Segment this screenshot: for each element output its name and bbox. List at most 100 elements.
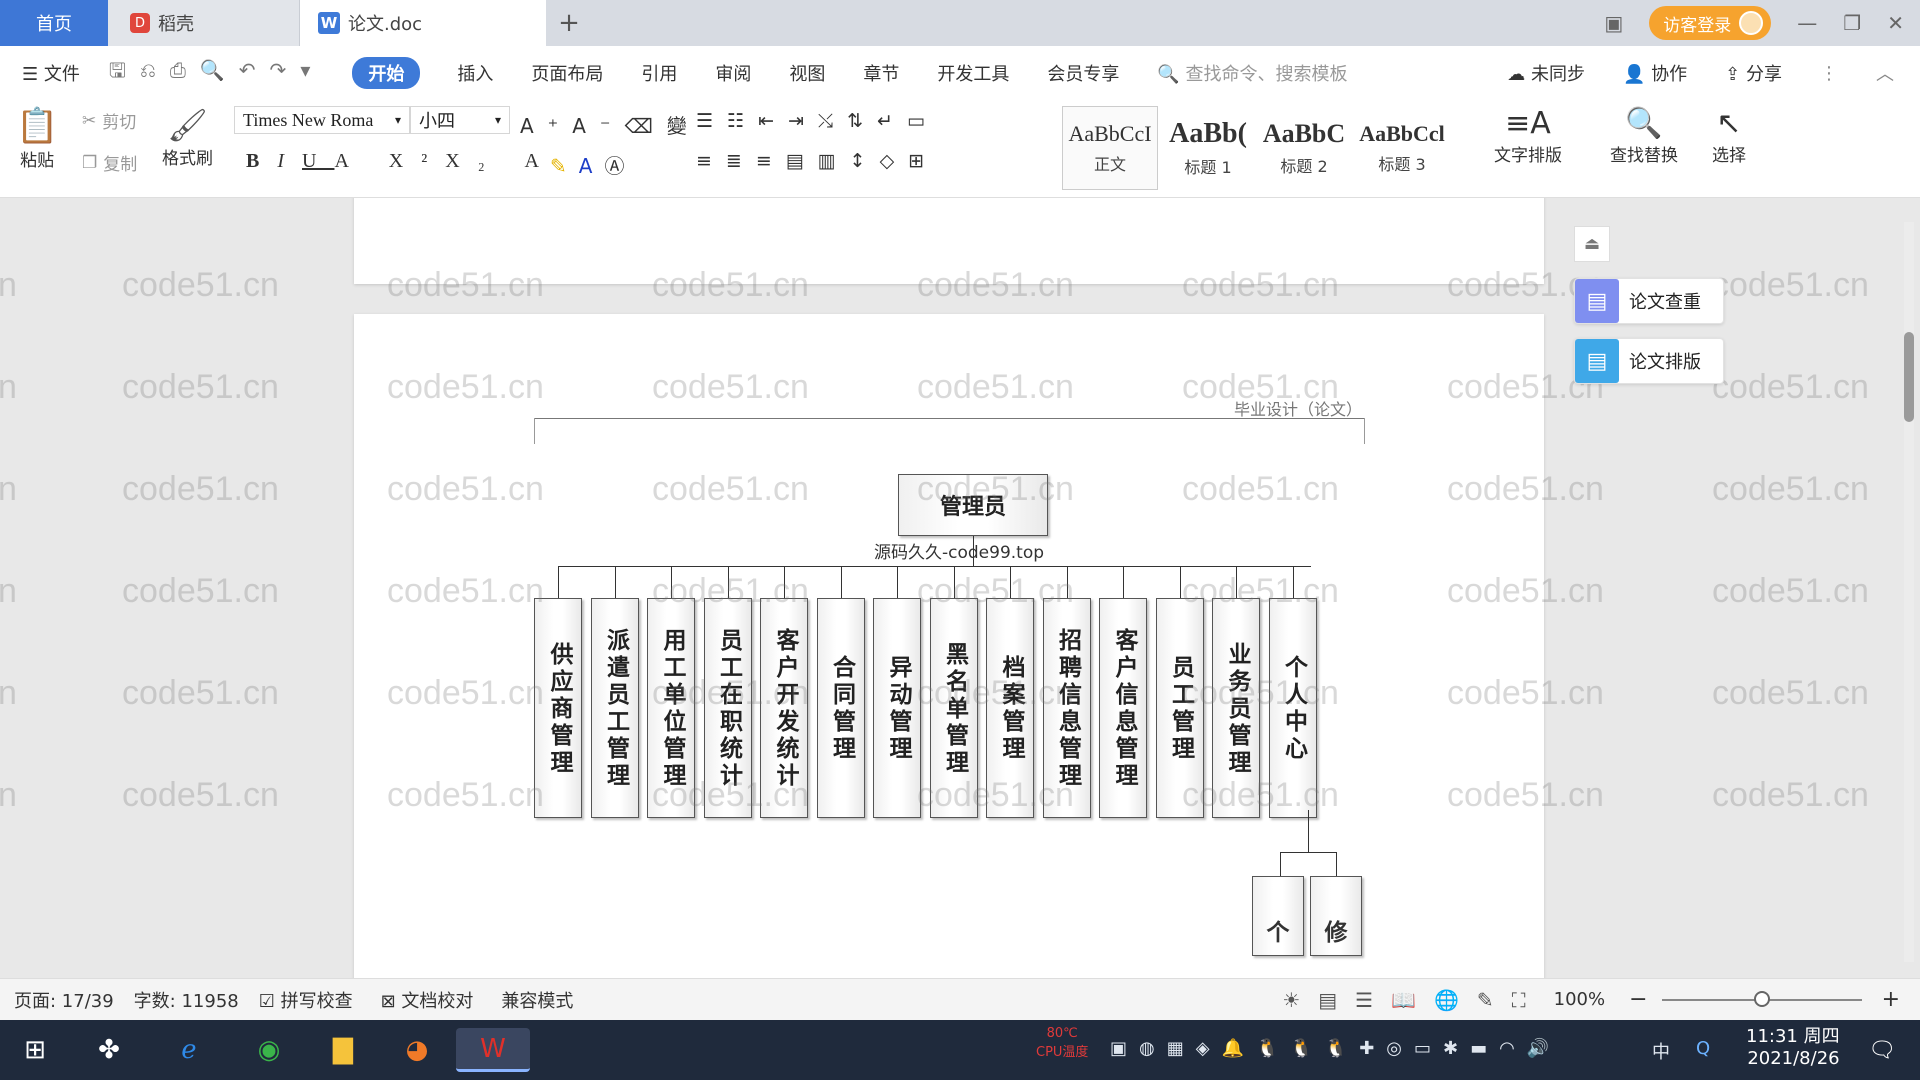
file-menu[interactable]: ☰ 文件 <box>0 60 99 86</box>
tab-home-label: 首页 <box>36 14 72 35</box>
zoom-in-icon[interactable]: + <box>1862 987 1920 1012</box>
watermark-text: code51.cn <box>1712 776 1869 814</box>
style-heading-1[interactable]: AaBb(标题 1 <box>1160 106 1256 190</box>
ie-browser-icon[interactable]: ℯ <box>166 1028 212 1072</box>
watermark-text: code51.cn <box>1182 266 1339 304</box>
watermark-text: code51.cn <box>1712 674 1869 712</box>
paste-button[interactable]: 📋 粘贴 <box>16 106 58 171</box>
cursor-icon: ↖ <box>1716 106 1742 141</box>
tab-document[interactable]: W 论文.doc <box>300 0 546 46</box>
font-family-select[interactable]: Times New Roma ▾ <box>234 106 410 134</box>
style-normal-name: 正文 <box>1093 155 1126 174</box>
share-button[interactable]: ⇪ 分享 <box>1706 60 1801 86</box>
word-count[interactable]: 字数: 11958 <box>114 987 239 1013</box>
restore-button[interactable]: ❐ <box>1843 11 1861 35</box>
notification-icon[interactable]: 🗨 <box>1868 1038 1896 1063</box>
watermark-text: code51.cn <box>1712 470 1869 508</box>
menu-member[interactable]: 会员专享 <box>1028 60 1138 86</box>
watermark-text: code51.cn <box>122 198 279 203</box>
menu-insert[interactable]: 插入 <box>438 60 512 86</box>
zoom-slider[interactable] <box>1661 990 1862 1007</box>
format-painter-button[interactable]: 🖌 格式刷 <box>162 106 213 169</box>
view-mode-icons[interactable]: ☀▤☰📖🌐✎⛶ <box>1282 988 1543 1012</box>
paragraph-align-icons[interactable]: ≡≣≡▤▥↕◇⊞ <box>696 150 938 172</box>
font-size-select[interactable]: 小四 ▾ <box>410 106 510 134</box>
thesis-layout-button[interactable]: ▤ 论文排版 <box>1574 338 1724 384</box>
qq-icon[interactable]: Q <box>1696 1038 1710 1059</box>
menu-references[interactable]: 引用 <box>622 60 696 86</box>
menu-bar: ☰ 文件 🖫⎌⎙🔍↶↷▾ 开始 插入 页面布局 引用 审阅 视图 章节 开发工具… <box>0 46 1920 100</box>
style-heading-3[interactable]: AaBbCcl 标题 3 <box>1354 106 1450 190</box>
clock[interactable]: 11:31 周四 2021/8/26 <box>1746 1026 1840 1070</box>
sync-button[interactable]: ☁ 未同步 <box>1488 60 1604 86</box>
scrollbar-thumb[interactable] <box>1904 332 1914 422</box>
select-label: 选择 <box>1712 146 1746 166</box>
clock-date: 2021/8/26 <box>1747 1048 1840 1069</box>
copy-icon: ❐ <box>82 152 98 173</box>
layout-icon[interactable]: ▣ <box>1604 11 1623 35</box>
user-icon: 👤 <box>1623 64 1646 85</box>
cpu-temp[interactable]: 80℃ CPU温度 <box>1036 1026 1088 1060</box>
windows-start-icon[interactable]: ⊞ <box>12 1028 58 1072</box>
text-format-icons[interactable]: BIUA X²X₂ A <box>246 150 557 173</box>
avatar <box>1739 11 1764 35</box>
media-app-icon[interactable]: ◕ <box>394 1028 440 1072</box>
close-button[interactable]: ✕ <box>1887 11 1904 35</box>
green-browser-icon[interactable]: ◉ <box>246 1028 292 1072</box>
watermark-text: code51.cn <box>0 470 17 508</box>
tab-daoke[interactable]: D 稻壳 <box>108 0 300 46</box>
command-search[interactable]: 🔍 查找命令、搜索模板 <box>1138 60 1366 86</box>
document-workspace[interactable]: 毕业设计（论文） 管理员 源码久久-code99.top 供应商管理 派遣员工管理… <box>0 198 1920 978</box>
watermark-text: code51.cn <box>122 674 279 712</box>
cut-label: 剪切 <box>102 113 137 133</box>
zoom-value[interactable]: 100% <box>1544 989 1615 1010</box>
find-replace-button[interactable]: 🔍 查找替换 <box>1610 106 1678 166</box>
collab-button[interactable]: 👤 协作 <box>1604 60 1706 86</box>
cut-button[interactable]: ✂ 剪切 <box>82 108 137 134</box>
watermark-text: code51.cn <box>0 266 17 304</box>
thesis-check-button[interactable]: ▤ 论文查重 <box>1574 278 1724 324</box>
vertical-scrollbar[interactable] <box>1904 222 1914 962</box>
menu-chapter[interactable]: 章节 <box>844 60 918 86</box>
watermark-text: code51.cn <box>0 572 17 610</box>
zoom-slider-knob[interactable] <box>1753 990 1770 1007</box>
spell-check[interactable]: ☑ 拼写校查 <box>239 987 353 1013</box>
menu-dev-tools[interactable]: 开发工具 <box>918 60 1028 86</box>
copy-button[interactable]: ❐ 复制 <box>82 150 137 176</box>
tab-home[interactable]: 首页 <box>0 0 108 46</box>
style-heading-2[interactable]: AaBbC 标题 2 <box>1256 106 1352 190</box>
watermark-text: code51.cn <box>1182 572 1339 610</box>
watermark-text: code51.cn <box>1712 368 1869 406</box>
watermark-text: code51.cn <box>387 368 544 406</box>
thesis-check-icon: ▤ <box>1575 279 1619 323</box>
file-explorer-icon[interactable]: ▇ <box>320 1028 366 1072</box>
ime-indicator[interactable]: 中 <box>1652 1038 1670 1064</box>
collapse-ribbon-icon[interactable]: ︿ <box>1857 60 1920 86</box>
text-layout-button[interactable]: ≡A 文字排版 <box>1494 106 1562 166</box>
fan-app-icon[interactable]: ✤ <box>86 1028 132 1072</box>
new-tab-button[interactable]: + <box>546 0 592 46</box>
doc-proof[interactable]: ⊠ 文档校对 <box>353 987 474 1013</box>
page-indicator[interactable]: 页面: 17/39 <box>0 987 114 1013</box>
style-heading-3-name: 标题 3 <box>1378 155 1426 174</box>
menu-view[interactable]: 视图 <box>770 60 844 86</box>
list-indent-icons[interactable]: ☰☷⇤⇥⤯⇅↵▭ <box>696 110 939 132</box>
select-button[interactable]: ↖ 选择 <box>1712 106 1746 166</box>
menu-review[interactable]: 审阅 <box>696 60 770 86</box>
more-icon[interactable]: ⋮ <box>1801 63 1857 84</box>
minimize-button[interactable]: — <box>1797 11 1817 35</box>
zoom-out-icon[interactable]: − <box>1615 987 1661 1012</box>
quick-access-icons[interactable]: 🖫⎌⎙🔍↶↷▾ <box>99 56 335 90</box>
scroll-top-icon[interactable]: ⏏ <box>1574 226 1610 262</box>
watermark-text: code51.cn <box>1447 470 1604 508</box>
menu-page-layout[interactable]: 页面布局 <box>512 60 622 86</box>
wps-office-icon[interactable]: W <box>456 1028 530 1072</box>
highlight-color-icons[interactable]: ✎AⒶ <box>550 150 636 179</box>
menu-start[interactable]: 开始 <box>352 57 421 89</box>
font-family-value: Times New Roma <box>243 109 374 130</box>
watermark-text: code51.cn <box>387 470 544 508</box>
font-size-adjust-icons[interactable]: A⁺A⁻⌫變 <box>520 110 701 139</box>
system-tray-icons[interactable]: ▣◍▦◈🔔🐧🐧🐧✚◎▭✱▬◠🔊 <box>1110 1038 1561 1059</box>
login-button[interactable]: 访客登录 <box>1649 6 1772 40</box>
style-normal[interactable]: AaBbCcI 正文 <box>1062 106 1158 190</box>
